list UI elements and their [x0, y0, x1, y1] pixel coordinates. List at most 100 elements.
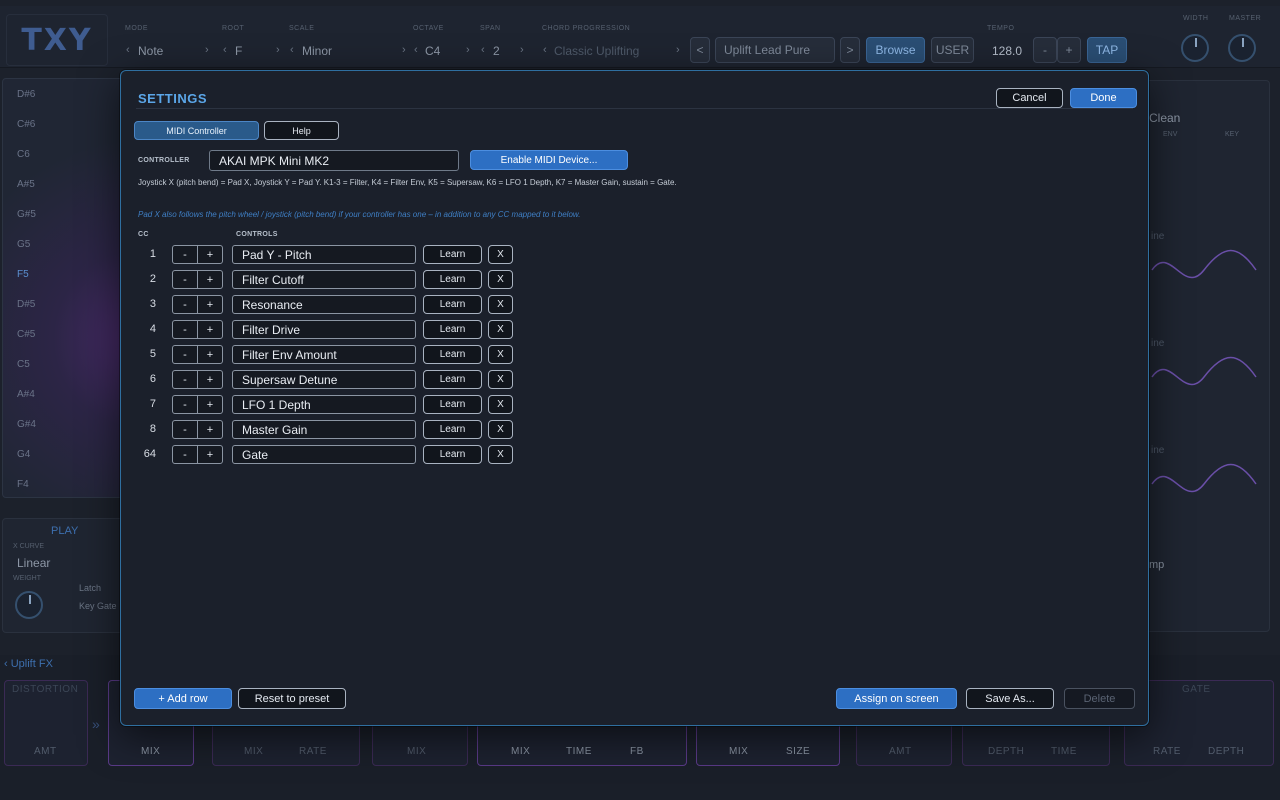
- drive-value[interactable]: Clean: [1149, 111, 1180, 125]
- cc-increment-button[interactable]: +: [198, 346, 222, 363]
- remove-row-button[interactable]: X: [488, 395, 513, 414]
- span-prev-icon[interactable]: ‹: [481, 44, 485, 56]
- learn-button[interactable]: Learn: [423, 420, 482, 439]
- cc-decrement-button[interactable]: -: [173, 371, 198, 388]
- add-row-button[interactable]: + Add row: [134, 688, 232, 709]
- learn-button[interactable]: Learn: [423, 320, 482, 339]
- cc-stepper[interactable]: - +: [172, 345, 223, 364]
- cc-decrement-button[interactable]: -: [173, 446, 198, 463]
- chord-progression-value[interactable]: Classic Uplifting: [554, 44, 639, 58]
- remove-row-button[interactable]: X: [488, 345, 513, 364]
- cc-stepper[interactable]: - +: [172, 370, 223, 389]
- remove-row-button[interactable]: X: [488, 245, 513, 264]
- cc-decrement-button[interactable]: -: [173, 321, 198, 338]
- tempo-plus-button[interactable]: +: [1057, 37, 1081, 63]
- tab-help[interactable]: Help: [264, 121, 339, 140]
- preset-next-button[interactable]: >: [840, 37, 860, 63]
- tempo-minus-button[interactable]: -: [1033, 37, 1057, 63]
- mode-value[interactable]: Note: [138, 44, 163, 58]
- cc-stepper[interactable]: - +: [172, 395, 223, 414]
- remove-row-button[interactable]: X: [488, 320, 513, 339]
- weight-knob[interactable]: [15, 591, 43, 619]
- controller-field[interactable]: AKAI MPK Mini MK2: [209, 150, 459, 171]
- cc-decrement-button[interactable]: -: [173, 246, 198, 263]
- cc-decrement-button[interactable]: -: [173, 271, 198, 288]
- cc-stepper[interactable]: - +: [172, 445, 223, 464]
- cc-stepper[interactable]: - +: [172, 320, 223, 339]
- learn-button[interactable]: Learn: [423, 270, 482, 289]
- master-knob[interactable]: [1228, 34, 1256, 62]
- lfo-shape-2[interactable]: ine: [1151, 338, 1164, 349]
- learn-button[interactable]: Learn: [423, 445, 482, 464]
- amp-curve-value[interactable]: mp: [1149, 559, 1164, 571]
- cc-decrement-button[interactable]: -: [173, 421, 198, 438]
- cc-increment-button[interactable]: +: [198, 321, 222, 338]
- cc-increment-button[interactable]: +: [198, 396, 222, 413]
- control-select[interactable]: Master Gain: [232, 420, 416, 439]
- lfo-shape-1[interactable]: ine: [1151, 231, 1164, 242]
- cc-stepper[interactable]: - +: [172, 295, 223, 314]
- octave-next-icon[interactable]: ›: [466, 44, 470, 56]
- span-next-icon[interactable]: ›: [520, 44, 524, 56]
- done-button[interactable]: Done: [1070, 88, 1137, 108]
- cc-increment-button[interactable]: +: [198, 246, 222, 263]
- control-select[interactable]: LFO 1 Depth: [232, 395, 416, 414]
- width-knob[interactable]: [1181, 34, 1209, 62]
- learn-button[interactable]: Learn: [423, 345, 482, 364]
- cc-increment-button[interactable]: +: [198, 271, 222, 288]
- control-select[interactable]: Filter Drive: [232, 320, 416, 339]
- cc-increment-button[interactable]: +: [198, 371, 222, 388]
- root-next-icon[interactable]: ›: [276, 44, 280, 56]
- user-button[interactable]: USER: [931, 37, 974, 63]
- mode-prev-icon[interactable]: ‹: [126, 44, 130, 56]
- save-as-button[interactable]: Save As...: [966, 688, 1054, 709]
- browse-button[interactable]: Browse: [866, 37, 925, 63]
- cc-stepper[interactable]: - +: [172, 420, 223, 439]
- root-value[interactable]: F: [235, 44, 242, 58]
- control-select[interactable]: Gate: [232, 445, 416, 464]
- control-select[interactable]: Resonance: [232, 295, 416, 314]
- chord-next-icon[interactable]: ›: [676, 44, 680, 56]
- tab-midi-controller[interactable]: MIDI Controller: [134, 121, 259, 140]
- cc-decrement-button[interactable]: -: [173, 296, 198, 313]
- preset-prev-button[interactable]: <: [690, 37, 710, 63]
- scale-value[interactable]: Minor: [302, 44, 332, 58]
- learn-button[interactable]: Learn: [423, 245, 482, 264]
- cancel-button[interactable]: Cancel: [996, 88, 1063, 108]
- tempo-value[interactable]: 128.0: [992, 44, 1022, 58]
- delete-button[interactable]: Delete: [1064, 688, 1135, 709]
- remove-row-button[interactable]: X: [488, 295, 513, 314]
- key-gate-label[interactable]: Key Gate: [79, 601, 117, 611]
- octave-value[interactable]: C4: [425, 44, 440, 58]
- control-select[interactable]: Supersaw Detune: [232, 370, 416, 389]
- cc-increment-button[interactable]: +: [198, 446, 222, 463]
- octave-prev-icon[interactable]: ‹: [414, 44, 418, 56]
- reset-to-preset-button[interactable]: Reset to preset: [238, 688, 346, 709]
- root-prev-icon[interactable]: ‹: [223, 44, 227, 56]
- preset-name-field[interactable]: Uplift Lead Pure: [715, 37, 835, 63]
- control-select[interactable]: Pad Y - Pitch: [232, 245, 416, 264]
- x-curve-value[interactable]: Linear: [17, 556, 50, 570]
- learn-button[interactable]: Learn: [423, 395, 482, 414]
- scale-prev-icon[interactable]: ‹: [290, 44, 294, 56]
- latch-label[interactable]: Latch: [79, 583, 101, 593]
- lfo-shape-3[interactable]: ine: [1151, 445, 1164, 456]
- remove-row-button[interactable]: X: [488, 420, 513, 439]
- cc-increment-button[interactable]: +: [198, 421, 222, 438]
- cc-increment-button[interactable]: +: [198, 296, 222, 313]
- learn-button[interactable]: Learn: [423, 295, 482, 314]
- chord-prev-icon[interactable]: ‹: [543, 44, 547, 56]
- cc-stepper[interactable]: - +: [172, 270, 223, 289]
- mode-next-icon[interactable]: ›: [205, 44, 209, 56]
- cc-stepper[interactable]: - +: [172, 245, 223, 264]
- assign-on-screen-button[interactable]: Assign on screen: [836, 688, 957, 709]
- remove-row-button[interactable]: X: [488, 270, 513, 289]
- cc-decrement-button[interactable]: -: [173, 346, 198, 363]
- tap-button[interactable]: TAP: [1087, 37, 1127, 63]
- span-value[interactable]: 2: [493, 44, 500, 58]
- control-select[interactable]: Filter Env Amount: [232, 345, 416, 364]
- control-select[interactable]: Filter Cutoff: [232, 270, 416, 289]
- scale-next-icon[interactable]: ›: [402, 44, 406, 56]
- enable-midi-device-button[interactable]: Enable MIDI Device...: [470, 150, 628, 170]
- remove-row-button[interactable]: X: [488, 445, 513, 464]
